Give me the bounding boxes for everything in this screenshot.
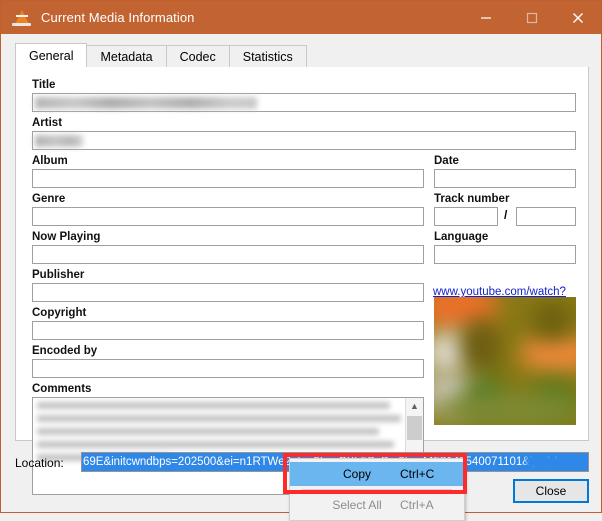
scroll-up-icon[interactable]: ▲ [406,398,423,414]
tab-metadata[interactable]: Metadata [86,45,167,67]
language-label: Language [434,231,489,243]
genre-label: Genre [32,193,66,205]
title-label: Title [32,79,56,91]
artist-redacted-value [35,135,83,147]
publisher-label: Publisher [32,269,85,281]
date-label: Date [434,155,459,167]
title-redacted-value [35,97,257,109]
track-number-label: Track number [434,193,510,205]
tab-general-label: General [29,48,74,63]
now-playing-label: Now Playing [32,231,101,243]
close-button-label: Close [535,484,567,498]
copy-shortcut: Ctrl+C [400,467,435,481]
context-menu-item-select-all[interactable]: Select All Ctrl+A [290,493,464,517]
general-tab-panel: Title Artist Album Date Genre Track numb… [15,67,589,495]
location-label: Location: [15,456,64,470]
select-all-shortcut: Ctrl+A [400,498,434,512]
language-input[interactable] [434,245,576,264]
genre-input[interactable] [32,207,424,226]
close-button[interactable]: Close [513,479,589,503]
close-icon[interactable] [555,1,601,34]
maximize-icon[interactable] [509,1,555,34]
tab-statistics-label: Statistics [242,49,293,64]
context-menu: Copy Ctrl+C Select All Ctrl+A [289,458,465,521]
artist-label: Artist [32,117,63,129]
select-all-label: Select All [332,498,382,512]
copy-label: Copy [342,467,371,481]
window-controls [463,1,601,34]
publisher-input[interactable] [32,283,424,302]
encoded-by-label: Encoded by [32,345,98,357]
encoded-by-input[interactable] [32,359,424,378]
artist-input[interactable] [32,131,576,150]
title-bar: Current Media Information [1,1,601,34]
context-menu-separator [302,489,452,490]
tab-bar: General Metadata Codec Statistics [15,43,307,67]
window-title: Current Media Information [41,10,195,25]
album-input[interactable] [32,169,424,188]
album-art-thumbnail[interactable] [434,297,576,425]
context-menu-item-copy[interactable]: Copy Ctrl+C [290,462,464,486]
media-information-dialog: Current Media Information General Metada… [0,0,602,521]
minimize-icon[interactable] [463,1,509,34]
tab-metadata-label: Metadata [100,49,153,64]
track-separator: / [504,208,508,222]
tab-codec[interactable]: Codec [165,45,230,67]
now-playing-input[interactable] [32,245,424,264]
track-number-input[interactable] [434,207,498,226]
date-input[interactable] [434,169,576,188]
vlc-cone-icon [11,8,33,28]
tab-statistics[interactable]: Statistics [228,45,307,67]
album-label: Album [32,155,68,167]
title-input[interactable] [32,93,576,112]
copyright-label: Copyright [32,307,87,319]
copyright-input[interactable] [32,321,424,340]
location-redacted-tail [526,455,586,469]
tab-general[interactable]: General [15,43,88,67]
tab-codec-label: Codec [179,49,216,64]
scrollbar-thumb[interactable] [407,416,422,440]
track-total-input[interactable] [516,207,576,226]
comments-label: Comments [32,383,92,395]
